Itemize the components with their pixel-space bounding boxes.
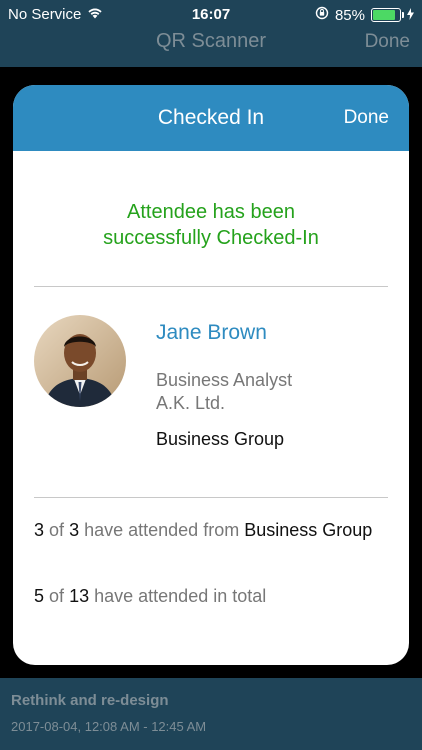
- rotation-lock-icon: [315, 6, 329, 24]
- attendee-company: A.K. Ltd.: [156, 393, 226, 413]
- total-count: 13: [69, 586, 90, 606]
- status-bar: No Service 16:07 85%: [0, 0, 422, 30]
- modal-done-button[interactable]: Done: [344, 107, 389, 129]
- attendance-stats: 3 of 3 have attended from Business Group…: [13, 498, 409, 608]
- attendee-name[interactable]: Jane Brown: [156, 321, 267, 345]
- attendee-group: Business Group: [156, 429, 285, 449]
- attendee-role-block: Business Analyst A.K. Ltd.: [156, 369, 292, 415]
- total-attended-count: 5: [34, 586, 45, 606]
- event-bar[interactable]: Rethink and re-design 2017-08-04, 12:08 …: [0, 678, 422, 750]
- group-attendance-stat: 3 of 3 have attended from Business Group: [34, 518, 388, 542]
- event-title: Rethink and re-design: [11, 692, 169, 709]
- navbar-title: QR Scanner: [155, 30, 267, 52]
- navbar-done-button[interactable]: Done: [365, 31, 410, 53]
- battery-percent: 85%: [334, 6, 365, 24]
- total-of-label: of: [49, 586, 65, 606]
- success-line-1: Attendee has been: [127, 201, 295, 223]
- modal-header: Checked In Done: [13, 85, 409, 151]
- checked-in-modal: Checked In Done Attendee has been succes…: [13, 85, 409, 665]
- group-name: Business Group: [244, 520, 373, 540]
- avatar: [34, 315, 126, 407]
- success-message: Attendee has been successfully Checked-I…: [13, 199, 409, 251]
- top-bar: No Service 16:07 85% QR Scanner Done: [0, 0, 422, 67]
- group-total-count: 3: [69, 520, 80, 540]
- total-attendance-stat: 5 of 13 have attended in total: [34, 584, 388, 608]
- success-line-2: successfully Checked-In: [103, 227, 319, 249]
- attendee-profile: Jane Brown Business Analyst A.K. Ltd. Bu…: [13, 287, 409, 497]
- charging-icon: [407, 7, 414, 24]
- event-time: 2017-08-04, 12:08 AM - 12:45 AM: [11, 719, 207, 734]
- group-of-label: of: [49, 520, 65, 540]
- group-attended-text: have attended from: [84, 520, 240, 540]
- battery-icon: [371, 8, 404, 22]
- group-attended-count: 3: [34, 520, 45, 540]
- attendee-role: Business Analyst: [156, 370, 293, 390]
- total-attended-text: have attended in total: [94, 586, 267, 606]
